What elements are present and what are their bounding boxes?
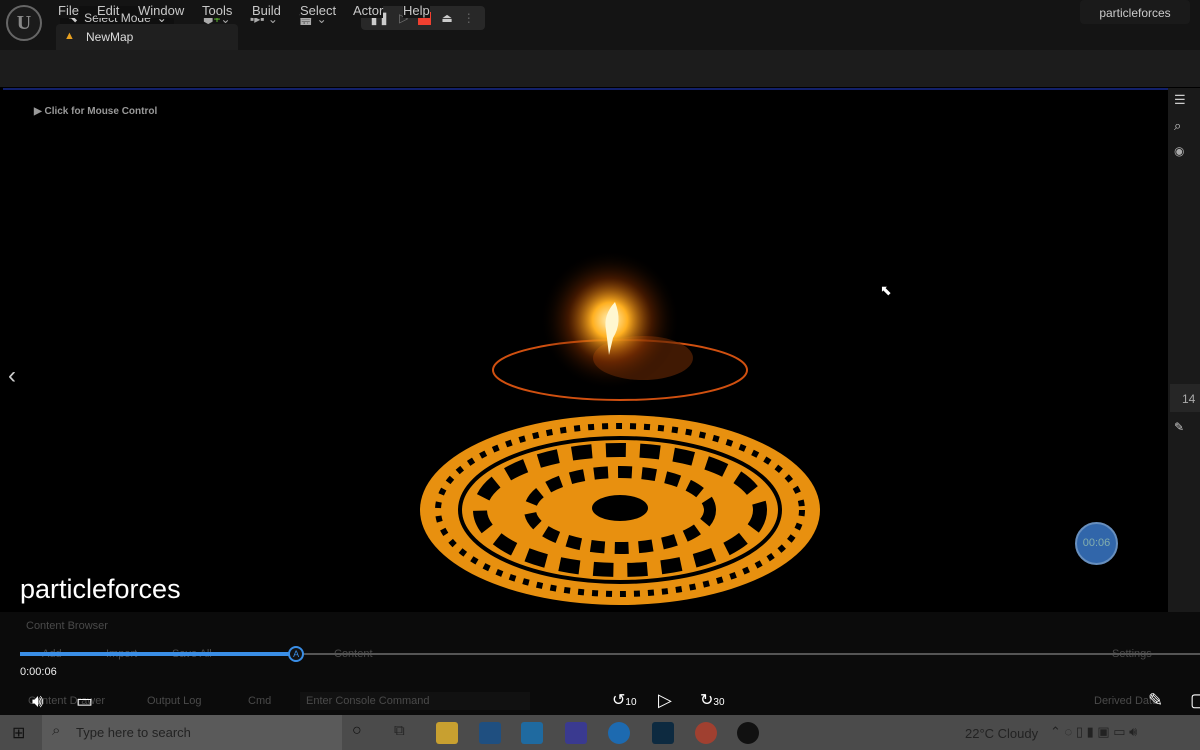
cmd-dropdown[interactable]: Cmd	[248, 695, 271, 707]
file-explorer-icon[interactable]	[436, 722, 458, 744]
search-icon[interactable]: ⌕	[1174, 118, 1181, 134]
timer-badge: 00:06	[1075, 522, 1118, 565]
mail-icon[interactable]	[521, 722, 543, 744]
unreal-engine-icon[interactable]	[737, 722, 759, 744]
menu-items: File Edit Window Tools Build Select Acto…	[50, 2, 450, 20]
captions-icon[interactable]: ▭	[76, 691, 93, 712]
project-name: particleforces	[1080, 0, 1190, 24]
menu-actor[interactable]: Actor	[353, 3, 384, 18]
progress-knob[interactable]: A	[288, 646, 305, 662]
details-icon[interactable]: ✎	[1174, 420, 1184, 434]
tab-newmap[interactable]: ▲ NewMap	[56, 24, 238, 50]
search-icon: ⌕	[52, 722, 61, 739]
volume-icon[interactable]: 🔊︎	[32, 691, 43, 712]
content-browser-tab[interactable]: Content Browser	[26, 620, 108, 632]
level-viewport[interactable]	[3, 88, 1168, 612]
outliner-icon[interactable]: ☰	[1174, 92, 1186, 108]
menu-help[interactable]: Help	[403, 3, 430, 18]
system-tray-icons[interactable]: ⌃ ◌ ▯ ▮ ▣ ▭ 🔊︎	[1050, 724, 1137, 740]
item-count: 14	[1170, 384, 1200, 412]
taskbar-search[interactable]: ⌕ Type here to search	[42, 715, 342, 750]
forward-30-button[interactable]: ↻30	[700, 690, 725, 710]
chevron-left-icon[interactable]: ‹	[8, 362, 16, 390]
mouse-control-label: Click for Mouse Control	[44, 106, 158, 117]
store-icon[interactable]	[479, 722, 501, 744]
console-input[interactable]: Enter Console Command	[300, 692, 530, 710]
outliner-panel: ☰ ⌕ ◉ 14 ✎	[1168, 88, 1200, 612]
forward-label: 30	[713, 697, 725, 708]
current-time: 0:00:06	[20, 666, 57, 678]
mouse-cursor-icon: ⬉	[880, 282, 892, 298]
output-log-button[interactable]: Output Log	[147, 695, 201, 707]
task-view-icon[interactable]: ⧉	[394, 722, 405, 739]
windows-start-icon[interactable]: ⊞	[12, 723, 25, 743]
menu-window[interactable]: Window	[138, 3, 185, 18]
unreal-logo-back-button[interactable]: U	[6, 5, 42, 41]
content-browser-panel: Content Browser Add Import Save All Cont…	[0, 612, 1200, 715]
progress-fill	[20, 652, 297, 656]
menu-tools[interactable]: Tools	[202, 3, 233, 18]
weather-widget[interactable]: 22°C Cloudy	[965, 726, 1038, 741]
photoshop-icon[interactable]	[652, 722, 674, 744]
toolbar	[0, 50, 1200, 87]
eye-icon[interactable]: ◉	[1174, 144, 1184, 158]
pencil-icon[interactable]: ✎	[1148, 690, 1163, 711]
menu-build[interactable]: Build	[252, 3, 281, 18]
menu-select[interactable]: Select	[300, 3, 337, 18]
particle-scene	[420, 250, 820, 605]
rewind-10-button[interactable]: ↺10	[612, 690, 637, 710]
app-icon[interactable]	[565, 722, 587, 744]
mouse-control-hint[interactable]: ▶ Click for Mouse Control	[34, 106, 157, 117]
menu-edit[interactable]: Edit	[97, 3, 120, 18]
rewind-label: 10	[625, 697, 637, 708]
cortana-icon[interactable]: ○	[352, 722, 362, 740]
edge-icon[interactable]	[608, 722, 630, 744]
search-placeholder: Type here to search	[76, 725, 191, 740]
chrome-icon[interactable]	[695, 722, 717, 744]
more-icon[interactable]: ⋮	[463, 11, 475, 25]
fullscreen-icon[interactable]: ▢	[1190, 690, 1200, 711]
video-title: particleforces	[20, 574, 181, 604]
level-icon: ▲	[64, 30, 75, 42]
menu-file[interactable]: File	[58, 3, 79, 18]
play-icon[interactable]: ▷	[658, 690, 672, 711]
tab-label: NewMap	[86, 30, 134, 44]
